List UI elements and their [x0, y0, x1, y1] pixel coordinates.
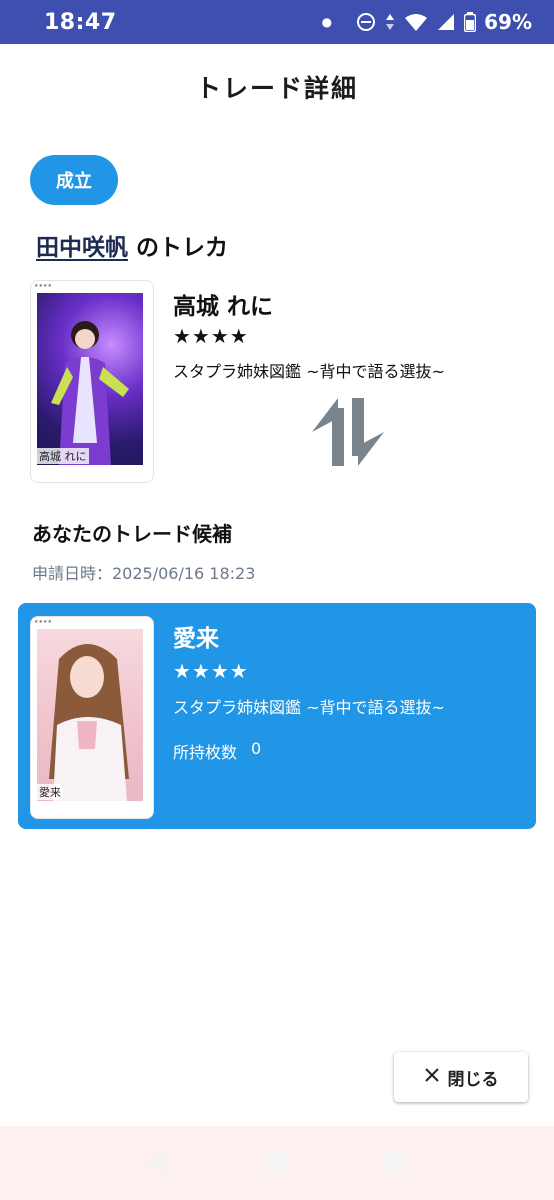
owned-count-row: 所持枚数 0 [173, 739, 261, 763]
owned-count-label: 所持枚数 [173, 743, 238, 762]
card-figure [51, 321, 129, 465]
candidate-card-stars: ★★★★ [173, 659, 249, 683]
card-corner-note: ★★★★ [34, 283, 52, 289]
offered-card-stars: ★★★★ [173, 324, 249, 348]
battery-icon [464, 12, 477, 32]
candidate-card-image[interactable]: ★★★★ 愛来 [30, 616, 154, 819]
wifi-icon [404, 12, 428, 32]
status-icons: ● 69% [322, 10, 532, 34]
candidates-heading: あなたのトレード候補 [32, 522, 232, 546]
status-bar: 18:47 ● 69% [0, 0, 554, 44]
owner-suffix: のトレカ [136, 235, 228, 261]
close-icon [424, 1067, 440, 1088]
system-nav-bar [0, 1126, 554, 1200]
card-thumb-name: 愛来 [37, 784, 63, 800]
app-header: トレード詳細 [0, 44, 554, 130]
card-thumb-name: 高城 れに [37, 448, 89, 464]
data-arrows-icon [384, 12, 396, 32]
offered-card-member: 高城 れに [173, 294, 274, 320]
battery-percent: 69% [484, 10, 532, 34]
close-button[interactable]: 閉じる [394, 1052, 528, 1102]
dnd-icon [356, 12, 376, 32]
page-title: トレード詳細 [195, 74, 358, 103]
owned-count-value: 0 [251, 739, 262, 758]
request-date: 申請日時：2025/06/16 18:23 [32, 564, 256, 583]
swap-arrows-icon [310, 398, 386, 466]
candidate-card-member: 愛来 [173, 626, 219, 652]
card-figure [49, 644, 129, 801]
close-button-label: 閉じる [447, 1069, 499, 1090]
offered-card-series: スタプラ姉妹図鑑 ~背中で語る選抜~ [173, 362, 445, 381]
card-art [37, 629, 143, 801]
card-corner-note: ★★★★ [34, 619, 52, 625]
owner-name-link[interactable]: 田中咲帆 [36, 228, 128, 262]
owner-heading: 田中咲帆 のトレカ [36, 228, 228, 262]
card-art [37, 293, 143, 465]
nav-home-icon[interactable] [262, 1150, 289, 1176]
offered-card-image[interactable]: ★★★★ 高城 れに [30, 280, 154, 483]
candidate-card[interactable]: ★★★★ 愛来 愛来 ★★★★ スタプラ姉妹図鑑 ~背中で語る選抜~ 所持枚数 … [18, 603, 536, 829]
status-badge: 成立 [30, 155, 118, 205]
signal-icon [436, 12, 456, 32]
candidate-card-series: スタプラ姉妹図鑑 ~背中で語る選抜~ [173, 698, 445, 717]
nav-back-icon[interactable] [147, 1152, 168, 1174]
status-time: 18:47 [44, 9, 117, 35]
nav-recents-icon[interactable] [384, 1152, 407, 1174]
notification-dot-icon: ● [321, 15, 333, 29]
